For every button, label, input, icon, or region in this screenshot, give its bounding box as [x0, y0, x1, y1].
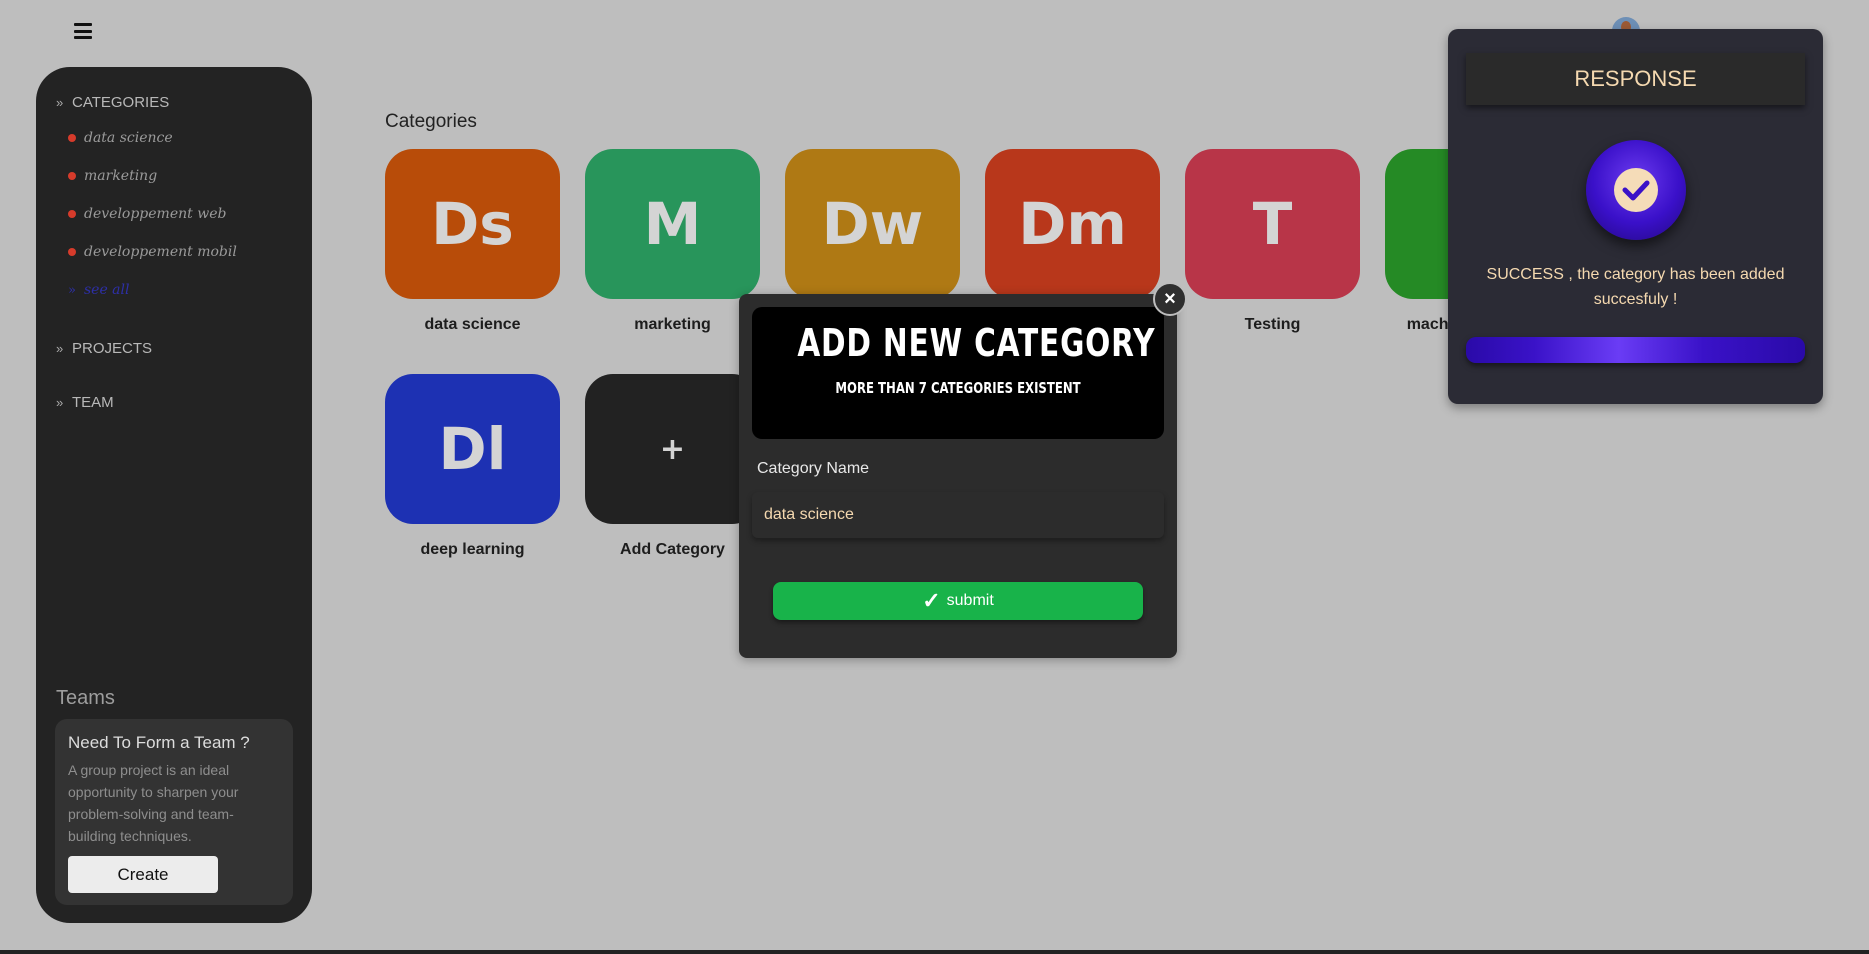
- chevron-right-icon: »: [56, 340, 64, 356]
- tile-abbr: Dm: [1018, 190, 1127, 258]
- create-team-button[interactable]: Create: [68, 856, 218, 893]
- chevron-right-icon: »: [68, 282, 76, 298]
- chevron-right-icon: »: [56, 394, 64, 410]
- dot-icon: [68, 210, 76, 218]
- sidebar-item-category[interactable]: developpement mobil: [68, 233, 292, 271]
- tile-label: Testing: [1244, 316, 1301, 333]
- teams-title: Teams: [56, 687, 115, 709]
- sidebar-section-categories[interactable]: » CATEGORIES: [56, 91, 292, 113]
- category-tile[interactable]: Dm: [985, 149, 1160, 299]
- category-name-label: Category Name: [757, 460, 870, 477]
- submit-button[interactable]: ✓ submit: [773, 582, 1143, 620]
- sidebar-item-label: data science: [84, 130, 173, 146]
- sidebar-item-category[interactable]: developpement web: [68, 195, 292, 233]
- sidebar-item-label: developpement mobil: [84, 244, 237, 260]
- category-list: data science marketing developpement web…: [68, 119, 292, 309]
- tile-abbr: Dw: [821, 190, 924, 258]
- check-circle-icon: [1586, 140, 1686, 240]
- sidebar-section-team[interactable]: » TEAM: [56, 391, 292, 413]
- team-card: Need To Form a Team ? A group project is…: [55, 719, 293, 905]
- tile-label: Add Category: [620, 541, 725, 558]
- sidebar-item-label: developpement web: [84, 206, 227, 222]
- hamburger-icon[interactable]: [70, 20, 96, 42]
- category-name-input[interactable]: [752, 492, 1164, 538]
- tile-label: deep learning: [420, 541, 525, 558]
- close-icon[interactable]: ×: [1153, 282, 1187, 316]
- chevron-down-icon: »: [56, 94, 64, 110]
- category-tile[interactable]: T: [1185, 149, 1360, 299]
- tile-label: data science: [424, 316, 521, 333]
- sidebar-section-label: PROJECTS: [72, 339, 153, 357]
- tile-abbr: T: [1252, 190, 1293, 258]
- dot-icon: [68, 248, 76, 256]
- sidebar-section-label: TEAM: [72, 393, 114, 411]
- add-category-modal: ADD NEW CATEGORY MORE THAN 7 CATEGORIES …: [739, 294, 1177, 658]
- team-card-title: Need To Form a Team ?: [68, 733, 250, 752]
- response-message: SUCCESS , the category has been added su…: [1486, 266, 1785, 308]
- response-title: RESPONSE: [1466, 53, 1805, 105]
- tile-label: marketing: [634, 316, 711, 333]
- sidebar-section-label: CATEGORIES: [72, 93, 170, 111]
- sidebar-item-label: see all: [83, 282, 130, 298]
- plus-icon: +: [659, 431, 686, 467]
- modal-header: ADD NEW CATEGORY MORE THAN 7 CATEGORIES …: [752, 307, 1164, 439]
- sidebar-item-see-all[interactable]: » see all: [68, 271, 292, 309]
- sidebar-section-projects[interactable]: » PROJECTS: [56, 337, 292, 359]
- tile-abbr: M: [643, 190, 702, 258]
- tile-abbr: Ds: [431, 190, 514, 258]
- category-tile[interactable]: Ds: [385, 149, 560, 299]
- tile-abbr: Dl: [438, 415, 507, 483]
- check-icon: ✓: [922, 588, 941, 613]
- sidebar-item-category[interactable]: data science: [68, 119, 292, 157]
- page-title: Categories: [385, 111, 477, 132]
- dot-icon: [68, 172, 76, 180]
- modal-title: ADD NEW CATEGORY: [797, 321, 1156, 365]
- submit-label: submit: [946, 592, 994, 609]
- divider: [0, 950, 1869, 954]
- sidebar-item-label: marketing: [84, 168, 158, 184]
- add-category-tile[interactable]: +: [585, 374, 760, 524]
- category-tile[interactable]: M: [585, 149, 760, 299]
- modal-subtitle: MORE THAN 7 CATEGORIES EXISTENT: [835, 379, 1081, 397]
- team-card-text: A group project is an ideal opportunity …: [68, 762, 239, 844]
- category-tile[interactable]: Dw: [785, 149, 960, 299]
- dot-icon: [68, 134, 76, 142]
- progress-bar: [1466, 337, 1805, 363]
- sidebar: » CATEGORIES data science marketing deve…: [36, 67, 312, 923]
- sidebar-item-category[interactable]: marketing: [68, 157, 292, 195]
- response-panel: RESPONSE SUCCESS , the category has been…: [1448, 29, 1823, 404]
- category-tile[interactable]: Dl: [385, 374, 560, 524]
